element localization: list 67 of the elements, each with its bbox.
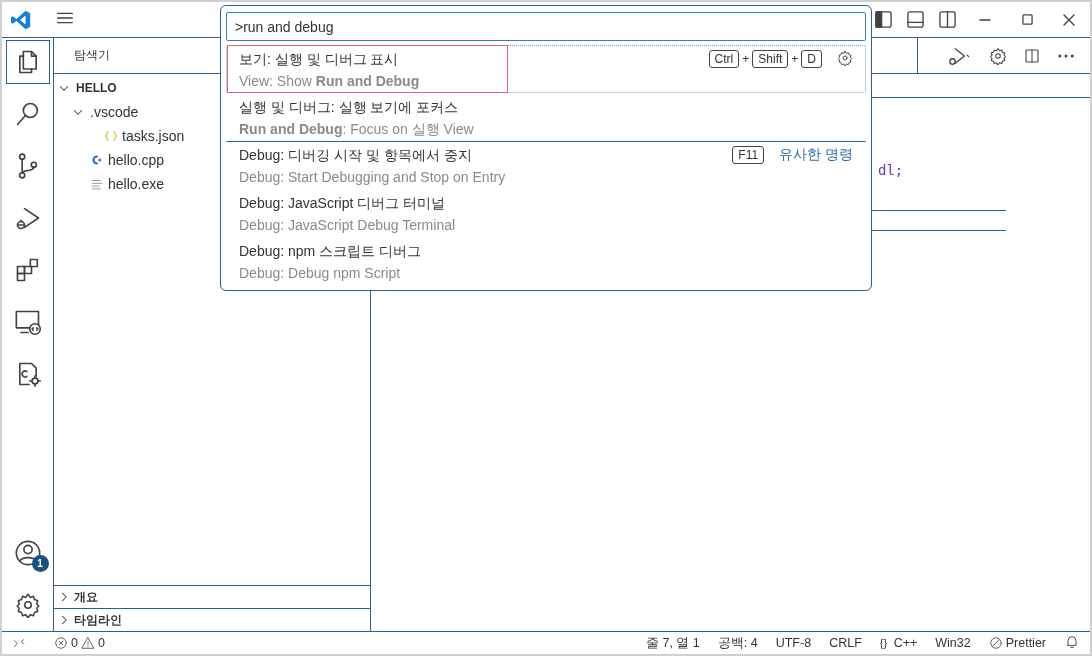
keyboard-key: Shift	[752, 50, 789, 68]
configure-keybinding-button[interactable]	[837, 50, 853, 69]
command-detail: Run and Debug: Focus on 실행 View	[239, 119, 475, 139]
command-detail: Debug: Start Debugging and Stop on Entry	[239, 167, 507, 187]
braces-icon: {}	[879, 637, 888, 649]
command-item[interactable]: Debug: JavaScript 디버그 터미널 Debug: JavaScript Debug Terminal	[226, 189, 866, 237]
split-layout-icon	[938, 11, 956, 28]
command-label: Debug: 디버깅 시작 및 항목에서 중지	[239, 146, 473, 165]
toggle-sidebar-icon	[874, 11, 892, 28]
section-header[interactable]: 타임라인	[54, 608, 370, 631]
workspace-folder[interactable]: HELLO	[76, 81, 117, 95]
json-file-icon	[104, 129, 118, 143]
blocked-icon	[988, 636, 1003, 650]
status-item[interactable]: {} C++	[879, 636, 918, 650]
command-detail: View: Show Run and Debug	[239, 71, 421, 91]
status-item[interactable]: Win32	[935, 636, 971, 650]
problems-status[interactable]: 0 0	[54, 636, 105, 650]
activity-bar-item[interactable]	[5, 40, 50, 84]
more-icon	[1058, 53, 1074, 58]
keyboard-key: D	[801, 50, 822, 68]
command-item[interactable]: Debug: npm 스크립트 디버그 Debug: Debug npm Script	[226, 237, 866, 285]
app-logo-icon	[10, 8, 32, 31]
settings-icon	[14, 592, 41, 618]
command-label: 실행 및 디버그: 실행 보기에 포커스	[239, 98, 460, 117]
remote-icon	[12, 636, 26, 650]
folder-item[interactable]: .vscode	[90, 104, 139, 120]
keyboard-key: F11	[732, 146, 765, 164]
status-item[interactable]: UTF-8	[775, 636, 812, 650]
command-label: Debug: npm 스크립트 디버그	[239, 242, 423, 261]
remote-explorer-icon	[13, 308, 42, 336]
sidebar-title: 탐색기	[74, 47, 110, 64]
command-item[interactable]: Debug: 디버깅 시작 및 항목에서 중지 F11 유사한 명령 Debug: Start Debugging and Stop on Entry	[226, 141, 866, 189]
split-editor-icon	[1023, 46, 1041, 65]
accounts-button[interactable]: 1	[5, 531, 50, 575]
minimize-icon	[979, 18, 991, 21]
command-detail: Debug: JavaScript Debug Terminal	[239, 215, 457, 235]
status-item[interactable]: 공백: 4	[717, 634, 758, 652]
status-item[interactable]: Prettier	[988, 636, 1046, 650]
key-separator: +	[791, 51, 799, 66]
close-icon	[1063, 13, 1075, 26]
file-item[interactable]: hello.exe	[108, 176, 165, 192]
error-icon	[54, 636, 68, 650]
command-item[interactable]: 실행 및 디버그: 실행 보기에 포커스 Run and Debug: Focus on 실행 View	[226, 93, 866, 141]
key-separator: +	[742, 51, 750, 66]
command-item[interactable]: 보기: 실행 및 디버그 표시 Ctrl + Shift + D View: Show Run and Debug	[226, 45, 866, 93]
text-file-icon	[90, 177, 104, 191]
settings-icon	[989, 46, 1007, 65]
file-item[interactable]: hello.cpp	[108, 152, 165, 168]
maximize-icon	[1021, 14, 1033, 25]
command-label: Debug: JavaScript 디버그 터미널	[239, 194, 447, 213]
warning-icon	[80, 636, 95, 650]
notification-badge: 1	[31, 555, 49, 572]
account-icon	[13, 539, 42, 567]
keyboard-key: Ctrl	[708, 50, 740, 68]
status-item[interactable]: 줄 7, 열 1	[646, 634, 700, 652]
code-text: dl;	[878, 162, 904, 178]
section-header[interactable]: 개요	[54, 585, 370, 608]
cpp-file-icon	[90, 153, 104, 167]
toggle-panel-icon	[906, 11, 924, 28]
bell-icon	[1064, 633, 1080, 650]
file-item[interactable]: tasks.json	[122, 128, 185, 144]
status-item[interactable]: CRLF	[829, 636, 862, 650]
command-input[interactable]: >run and debug	[226, 12, 866, 41]
settings-icon	[837, 50, 853, 66]
command-label: 보기: 실행 및 디버그 표시	[239, 50, 400, 69]
command-detail: Debug: Debug npm Script	[239, 263, 402, 283]
group-label: 유사한 명령	[779, 146, 853, 164]
